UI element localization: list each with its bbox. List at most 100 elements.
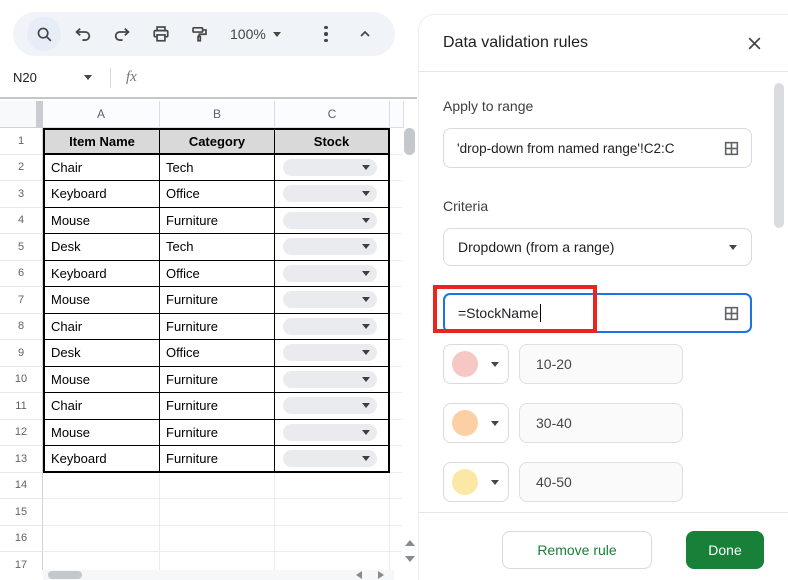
row-number[interactable]: 2 — [0, 155, 43, 182]
row-number[interactable]: 13 — [0, 446, 43, 473]
close-icon[interactable] — [742, 31, 766, 55]
row-number[interactable]: 16 — [0, 526, 43, 553]
dropdown-chip[interactable] — [283, 185, 377, 202]
cell-stock[interactable] — [275, 181, 390, 208]
vertical-scrollbar[interactable] — [402, 128, 417, 570]
cell-stock[interactable] — [275, 314, 390, 341]
row-number[interactable]: 7 — [0, 287, 43, 314]
color-swatch-button[interactable] — [443, 462, 509, 502]
scroll-left-icon[interactable] — [356, 571, 362, 579]
horizontal-scrollbar-thumb[interactable] — [48, 571, 82, 579]
cell-category[interactable]: Office — [160, 181, 275, 208]
row-number[interactable]: 12 — [0, 420, 43, 447]
cell-category[interactable]: Tech — [160, 155, 275, 182]
cell-empty[interactable] — [160, 526, 275, 553]
dropdown-chip[interactable] — [283, 344, 377, 361]
paint-format-icon[interactable] — [183, 17, 217, 51]
table-header-cell[interactable]: Stock — [275, 128, 390, 155]
select-all-corner[interactable] — [0, 101, 43, 128]
undo-icon[interactable] — [66, 17, 100, 51]
dropdown-chip[interactable] — [283, 291, 377, 308]
criteria-select[interactable]: Dropdown (from a range) — [443, 228, 752, 266]
row-number[interactable]: 6 — [0, 261, 43, 288]
cell-item-name[interactable]: Mouse — [43, 420, 160, 447]
collapse-toolbar-icon[interactable] — [348, 17, 382, 51]
cell-empty[interactable] — [43, 499, 160, 526]
cell-stock[interactable] — [275, 261, 390, 288]
row-number[interactable]: 1 — [0, 128, 43, 155]
panel-scrollbar-thumb[interactable] — [774, 83, 784, 228]
cell-empty[interactable] — [275, 526, 390, 553]
more-icon[interactable] — [309, 17, 343, 51]
range-formula-input[interactable]: =StockName — [443, 293, 752, 333]
horizontal-scrollbar[interactable] — [43, 570, 394, 580]
dropdown-chip[interactable] — [283, 238, 377, 255]
cell-empty[interactable] — [160, 473, 275, 500]
scroll-up-icon[interactable] — [405, 540, 415, 546]
column-header-b[interactable]: B — [160, 101, 275, 128]
cell-item-name[interactable]: Mouse — [43, 208, 160, 235]
name-box[interactable]: N20 — [0, 70, 102, 85]
scroll-down-icon[interactable] — [405, 556, 415, 562]
cell-category[interactable]: Furniture — [160, 367, 275, 394]
row-number[interactable]: 4 — [0, 208, 43, 235]
cell-stock[interactable] — [275, 234, 390, 261]
cell-category[interactable]: Office — [160, 340, 275, 367]
apply-to-range-input[interactable]: 'drop-down from named range'!C2:C — [443, 128, 752, 168]
cell-empty[interactable] — [43, 552, 160, 570]
cell-stock[interactable] — [275, 393, 390, 420]
dropdown-chip[interactable] — [283, 397, 377, 414]
dropdown-chip[interactable] — [283, 318, 377, 335]
cell-empty[interactable] — [275, 499, 390, 526]
color-rule-value[interactable]: 40-50 — [519, 462, 683, 502]
cell-item-name[interactable]: Keyboard — [43, 446, 160, 473]
row-number[interactable]: 15 — [0, 499, 43, 526]
dropdown-chip[interactable] — [283, 450, 377, 467]
row-number[interactable]: 5 — [0, 234, 43, 261]
cell-stock[interactable] — [275, 208, 390, 235]
cell-category[interactable]: Furniture — [160, 287, 275, 314]
row-number[interactable]: 8 — [0, 314, 43, 341]
cell-stock[interactable] — [275, 155, 390, 182]
cell-stock[interactable] — [275, 340, 390, 367]
search-icon[interactable] — [27, 17, 61, 51]
dropdown-chip[interactable] — [283, 265, 377, 282]
dropdown-chip[interactable] — [283, 371, 377, 388]
cell-empty[interactable] — [160, 552, 275, 570]
cell-category[interactable]: Furniture — [160, 393, 275, 420]
cell-item-name[interactable]: Keyboard — [43, 261, 160, 288]
cell-item-name[interactable]: Keyboard — [43, 181, 160, 208]
select-range-icon[interactable] — [723, 140, 740, 157]
scroll-right-icon[interactable] — [378, 571, 384, 579]
cell-category[interactable]: Furniture — [160, 314, 275, 341]
row-number[interactable]: 14 — [0, 473, 43, 500]
cell-item-name[interactable]: Chair — [43, 393, 160, 420]
cell-item-name[interactable]: Chair — [43, 155, 160, 182]
cell-stock[interactable] — [275, 446, 390, 473]
cell-category[interactable]: Furniture — [160, 208, 275, 235]
column-header-a[interactable]: A — [43, 101, 160, 128]
dropdown-chip[interactable] — [283, 212, 377, 229]
row-number[interactable]: 9 — [0, 340, 43, 367]
color-rule-value[interactable]: 10-20 — [519, 344, 683, 384]
cell-item-name[interactable]: Desk — [43, 234, 160, 261]
dropdown-chip[interactable] — [283, 159, 377, 176]
cell-item-name[interactable]: Desk — [43, 340, 160, 367]
redo-icon[interactable] — [105, 17, 139, 51]
row-number[interactable]: 3 — [0, 181, 43, 208]
cell-empty[interactable] — [275, 552, 390, 570]
cell-category[interactable]: Tech — [160, 234, 275, 261]
zoom-control[interactable]: 100% — [222, 17, 289, 51]
color-swatch-button[interactable] — [443, 344, 509, 384]
vertical-scrollbar-thumb[interactable] — [404, 128, 415, 155]
column-header-partial[interactable] — [390, 101, 404, 128]
cell-stock[interactable] — [275, 420, 390, 447]
dropdown-chip[interactable] — [283, 424, 377, 441]
column-header-c[interactable]: C — [275, 101, 390, 128]
cell-item-name[interactable]: Mouse — [43, 367, 160, 394]
cell-category[interactable]: Office — [160, 261, 275, 288]
cell-empty[interactable] — [275, 473, 390, 500]
row-number[interactable]: 17 — [0, 552, 43, 570]
table-header-cell[interactable]: Item Name — [43, 128, 160, 155]
cell-stock[interactable] — [275, 287, 390, 314]
